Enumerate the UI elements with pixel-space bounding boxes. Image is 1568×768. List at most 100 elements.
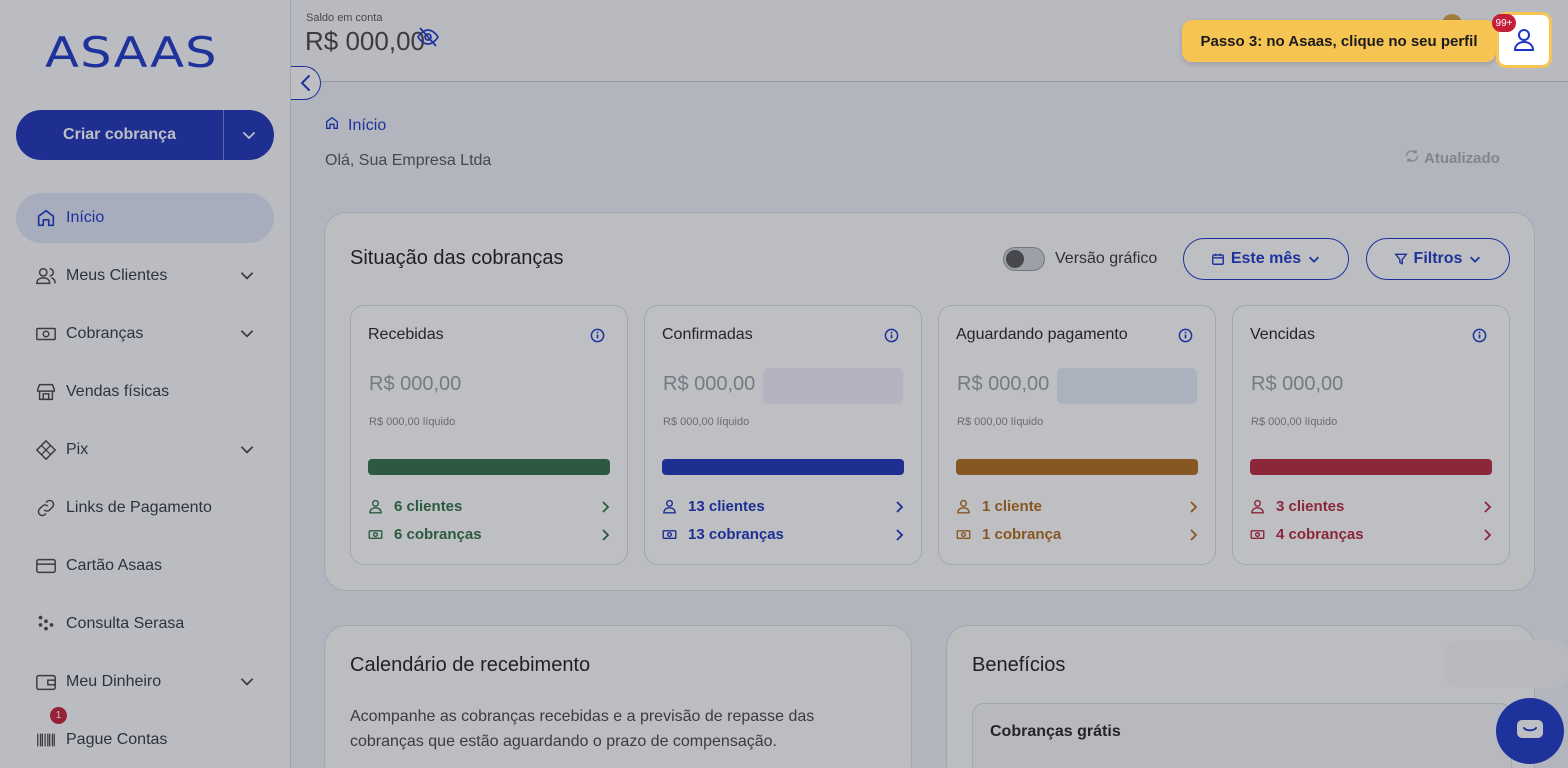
charges-link[interactable]: 6 cobranças: [368, 526, 612, 543]
pix-icon: [34, 438, 58, 462]
sidebar-item-label: Início: [66, 209, 105, 226]
create-charge-button-group: Criar cobrança: [16, 110, 274, 160]
filters-button[interactable]: Filtros: [1366, 238, 1510, 280]
charges-status-card: Situação das cobranças Versão gráfico Es…: [324, 212, 1535, 591]
home-icon: [34, 206, 58, 230]
sidebar-item-vendas-fisicas[interactable]: Vendas físicas: [16, 367, 274, 417]
chart-version-toggle[interactable]: [1003, 247, 1045, 271]
chat-preview: [1444, 640, 1568, 688]
account-balance: R$ 000,00: [305, 26, 425, 56]
status-card-confirmadas: Confirmadas R$ 000,00 R$ 000,00 líquido 13 …: [644, 305, 922, 565]
sidebar: ASAAS Criar cobrança Início Meus Cliente…: [0, 0, 291, 768]
section-title: Calendário de recebimento: [350, 654, 591, 676]
store-icon: [34, 380, 58, 404]
status-amount: R$ 000,00: [957, 373, 1050, 395]
status-card-title: Recebidas: [368, 326, 444, 343]
money-icon: [34, 322, 58, 346]
info-icon[interactable]: [884, 328, 899, 348]
user-icon: [1250, 499, 1268, 514]
benefit-title: Cobranças grátis: [990, 723, 1121, 740]
serasa-icon: [34, 612, 58, 636]
sidebar-item-cartao-asaas[interactable]: Cartão Asaas: [16, 541, 274, 591]
charges-link[interactable]: 13 cobranças: [662, 526, 906, 543]
status-bar: [1250, 459, 1492, 475]
period-label: Este mês: [1230, 250, 1302, 267]
refresh-status[interactable]: Atualizado: [1404, 148, 1500, 168]
money-icon: [662, 527, 680, 542]
chevron-right-icon: [1482, 500, 1494, 514]
sidebar-item-label: Cobranças: [66, 325, 144, 342]
charges-count: 13 cobranças: [688, 526, 784, 543]
money-icon: [1250, 527, 1268, 542]
status-card-title: Aguardando pagamento: [956, 326, 1128, 343]
sidebar-item-label: Vendas físicas: [66, 383, 170, 400]
chevron-down-icon: [240, 330, 254, 338]
asaas-logo[interactable]: ASAAS: [45, 28, 218, 77]
chevron-left-icon: [300, 75, 310, 91]
clients-link[interactable]: 3 clientes: [1250, 498, 1494, 515]
clients-link[interactable]: 1 cliente: [956, 498, 1200, 515]
amount-highlight: [1351, 368, 1491, 404]
clients-count: 6 clientes: [394, 498, 463, 515]
section-title: Situação das cobranças: [350, 247, 564, 269]
filter-icon: [1393, 253, 1408, 265]
hide-balance-icon[interactable]: [416, 26, 440, 53]
chevron-down-icon: [240, 272, 254, 280]
create-charge-button[interactable]: Criar cobrança: [16, 110, 224, 160]
charges-link[interactable]: 4 cobranças: [1250, 526, 1494, 543]
status-amount: R$ 000,00: [1251, 373, 1344, 395]
notification-badge: 1: [50, 707, 67, 724]
sidebar-item-label: Meus Clientes: [66, 267, 168, 284]
chevron-right-icon: [600, 528, 612, 542]
sidebar-item-label: Links de Pagamento: [66, 499, 212, 516]
sidebar-item-meu-dinheiro[interactable]: Meu Dinheiro: [16, 657, 274, 707]
clients-link[interactable]: 6 clientes: [368, 498, 612, 515]
sidebar-item-inicio[interactable]: Início: [16, 193, 274, 243]
charges-count: 1 cobrança: [982, 526, 1062, 543]
amount-highlight: [1057, 368, 1197, 404]
chevron-down-icon: [1309, 256, 1320, 263]
sidebar-item-meus-clientes[interactable]: Meus Clientes: [16, 251, 274, 301]
calendar-icon: [1211, 253, 1224, 265]
collapse-sidebar-button[interactable]: [291, 66, 321, 100]
user-icon: [1513, 29, 1535, 51]
clients-link[interactable]: 13 clientes: [662, 498, 906, 515]
status-bar: [368, 459, 610, 475]
status-bar: [956, 459, 1198, 475]
sidebar-item-label: Consulta Serasa: [66, 615, 185, 632]
info-icon[interactable]: [1178, 328, 1193, 348]
chevron-down-icon: [243, 132, 255, 140]
create-charge-dropdown-button[interactable]: [224, 110, 274, 160]
info-icon[interactable]: [590, 328, 605, 348]
sidebar-item-label: Pix: [66, 441, 89, 458]
amount-highlight: [763, 368, 903, 404]
charges-link[interactable]: 1 cobrança: [956, 526, 1200, 543]
chevron-right-icon: [894, 528, 906, 542]
period-filter-button[interactable]: Este mês: [1183, 238, 1349, 280]
amount-highlight: [469, 368, 609, 404]
status-liquid-amount: R$ 000,00 líquido: [1251, 416, 1338, 428]
breadcrumb[interactable]: Início: [324, 115, 386, 136]
money-icon: [956, 527, 974, 542]
toggle-knob: [1006, 250, 1024, 268]
chat-icon: [1517, 720, 1543, 738]
chat-button[interactable]: [1496, 698, 1564, 764]
sidebar-item-pix[interactable]: Pix: [16, 425, 274, 475]
money-icon: [368, 527, 386, 542]
sidebar-item-links-de-pagamento[interactable]: Links de Pagamento: [16, 483, 274, 533]
chevron-down-icon: [1470, 256, 1481, 263]
chevron-right-icon: [1188, 528, 1200, 542]
sidebar-item-label: Meu Dinheiro: [66, 673, 162, 690]
filters-label: Filtros: [1413, 250, 1463, 267]
benefit-item[interactable]: Cobranças grátis: [972, 703, 1512, 768]
sidebar-item-cobrancas[interactable]: Cobranças: [16, 309, 274, 359]
home-icon: [324, 115, 340, 136]
sidebar-item-label: Pague Contas: [66, 731, 168, 748]
notifications-badge: 99+: [1492, 14, 1516, 32]
sidebar-item-pague-contas[interactable]: 1 Pague Contas: [16, 707, 274, 765]
chevron-right-icon: [1188, 500, 1200, 514]
sidebar-item-consulta-serasa[interactable]: Consulta Serasa: [16, 599, 274, 649]
info-icon[interactable]: [1472, 328, 1487, 348]
status-card-aguardando-pagamento: Aguardando pagamento R$ 000,00 R$ 000,00 l…: [938, 305, 1216, 565]
status-card-title: Confirmadas: [662, 326, 753, 343]
